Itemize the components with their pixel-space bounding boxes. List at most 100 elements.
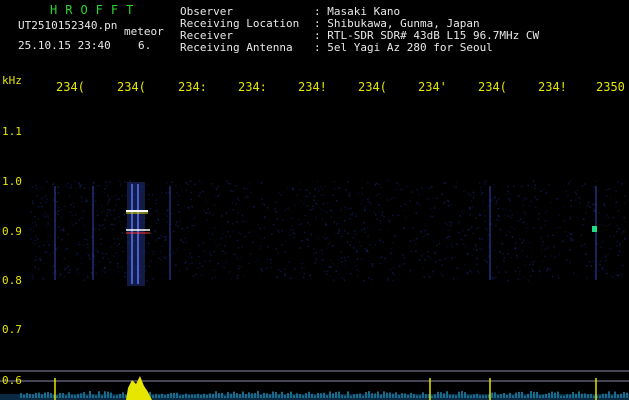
noise-speckle xyxy=(160,258,162,261)
noise-speckle xyxy=(349,244,351,246)
noise-speckle xyxy=(538,213,540,215)
noise-speckle xyxy=(372,265,374,267)
noise-speckle xyxy=(81,217,83,219)
noise-speckle xyxy=(600,260,602,262)
level-bar xyxy=(290,391,292,398)
noise-speckle xyxy=(517,278,519,281)
noise-speckle xyxy=(544,255,546,258)
noise-speckle xyxy=(523,211,526,214)
noise-speckle xyxy=(428,187,430,190)
level-bar xyxy=(188,395,190,398)
noise-speckle xyxy=(218,244,221,246)
noise-speckle xyxy=(416,189,418,191)
noise-speckle xyxy=(321,194,323,196)
noise-speckle xyxy=(291,217,293,220)
noise-speckle xyxy=(148,193,150,196)
level-bar xyxy=(314,395,316,398)
noise-speckle xyxy=(453,186,455,188)
noise-speckle xyxy=(544,220,547,222)
noise-speckle xyxy=(48,244,50,246)
noise-speckle xyxy=(576,193,578,195)
level-bar xyxy=(518,391,520,398)
noise-speckle xyxy=(338,222,341,224)
noise-speckle xyxy=(275,201,278,204)
noise-speckle xyxy=(229,271,231,273)
noise-speckle xyxy=(484,180,487,183)
noise-speckle xyxy=(264,237,266,239)
noise-speckle xyxy=(323,270,326,273)
noise-speckle xyxy=(144,270,147,272)
noise-speckle xyxy=(397,214,400,217)
noise-speckle xyxy=(349,217,351,220)
noise-speckle xyxy=(194,215,196,217)
noise-speckle xyxy=(45,225,48,227)
noise-speckle xyxy=(315,202,317,205)
level-bar xyxy=(590,393,592,398)
noise-speckle xyxy=(356,258,359,260)
level-bar xyxy=(95,395,97,398)
noise-speckle xyxy=(192,275,195,277)
noise-speckle xyxy=(306,238,308,241)
noise-speckle xyxy=(46,251,48,253)
noise-speckle xyxy=(326,202,329,204)
noise-speckle xyxy=(484,259,486,262)
noise-speckle xyxy=(326,243,329,245)
noise-speckle xyxy=(30,238,32,241)
noise-speckle xyxy=(510,217,513,219)
level-bar xyxy=(122,392,124,398)
noise-speckle xyxy=(205,200,208,202)
time-tick: 234( xyxy=(478,80,507,94)
noise-speckle xyxy=(567,183,570,185)
noise-speckle xyxy=(412,273,415,276)
noise-speckle xyxy=(392,267,395,269)
level-bar xyxy=(569,394,571,398)
level-bar xyxy=(272,391,274,398)
noise-speckle xyxy=(570,199,572,202)
noise-speckle xyxy=(450,244,453,247)
noise-speckle xyxy=(603,204,606,207)
noise-speckle xyxy=(340,257,342,259)
noise-speckle xyxy=(484,215,486,217)
noise-speckle xyxy=(473,192,476,194)
level-bar xyxy=(236,393,238,398)
noise-speckle xyxy=(275,211,277,213)
noise-speckle xyxy=(481,238,483,240)
noise-speckle xyxy=(171,213,173,215)
noise-speckle xyxy=(616,224,618,227)
noise-speckle xyxy=(446,223,448,226)
noise-speckle xyxy=(470,271,473,273)
noise-speckle xyxy=(320,209,323,211)
noise-speckle xyxy=(349,213,352,216)
noise-speckle xyxy=(40,187,43,189)
noise-speckle xyxy=(230,278,233,281)
noise-speckle xyxy=(34,259,36,261)
noise-speckle xyxy=(87,255,90,257)
noise-speckle xyxy=(94,192,96,194)
noise-speckle xyxy=(114,217,116,220)
noise-speckle xyxy=(203,250,206,252)
noise-speckle xyxy=(208,231,210,233)
noise-speckle xyxy=(515,199,518,201)
noise-speckle xyxy=(278,269,280,271)
noise-speckle xyxy=(459,215,461,217)
noise-speckle xyxy=(116,245,119,247)
noise-speckle xyxy=(203,209,205,212)
noise-speckle xyxy=(214,241,216,244)
level-bar xyxy=(347,391,349,398)
level-bar xyxy=(194,394,196,398)
noise-speckle xyxy=(367,182,369,184)
noise-speckle xyxy=(80,257,82,259)
noise-speckle xyxy=(108,198,111,200)
noise-speckle xyxy=(503,257,506,259)
noise-speckle xyxy=(435,197,438,200)
noise-speckle xyxy=(361,187,363,189)
noise-speckle xyxy=(455,243,458,245)
noise-speckle xyxy=(282,218,285,221)
noise-speckle xyxy=(79,185,81,188)
noise-speckle xyxy=(94,200,97,202)
noise-speckle xyxy=(312,208,314,210)
noise-speckle xyxy=(86,276,89,278)
noise-speckle xyxy=(374,244,377,246)
y-tick-0-9: 0.9 xyxy=(2,225,22,238)
noise-speckle xyxy=(507,215,510,217)
